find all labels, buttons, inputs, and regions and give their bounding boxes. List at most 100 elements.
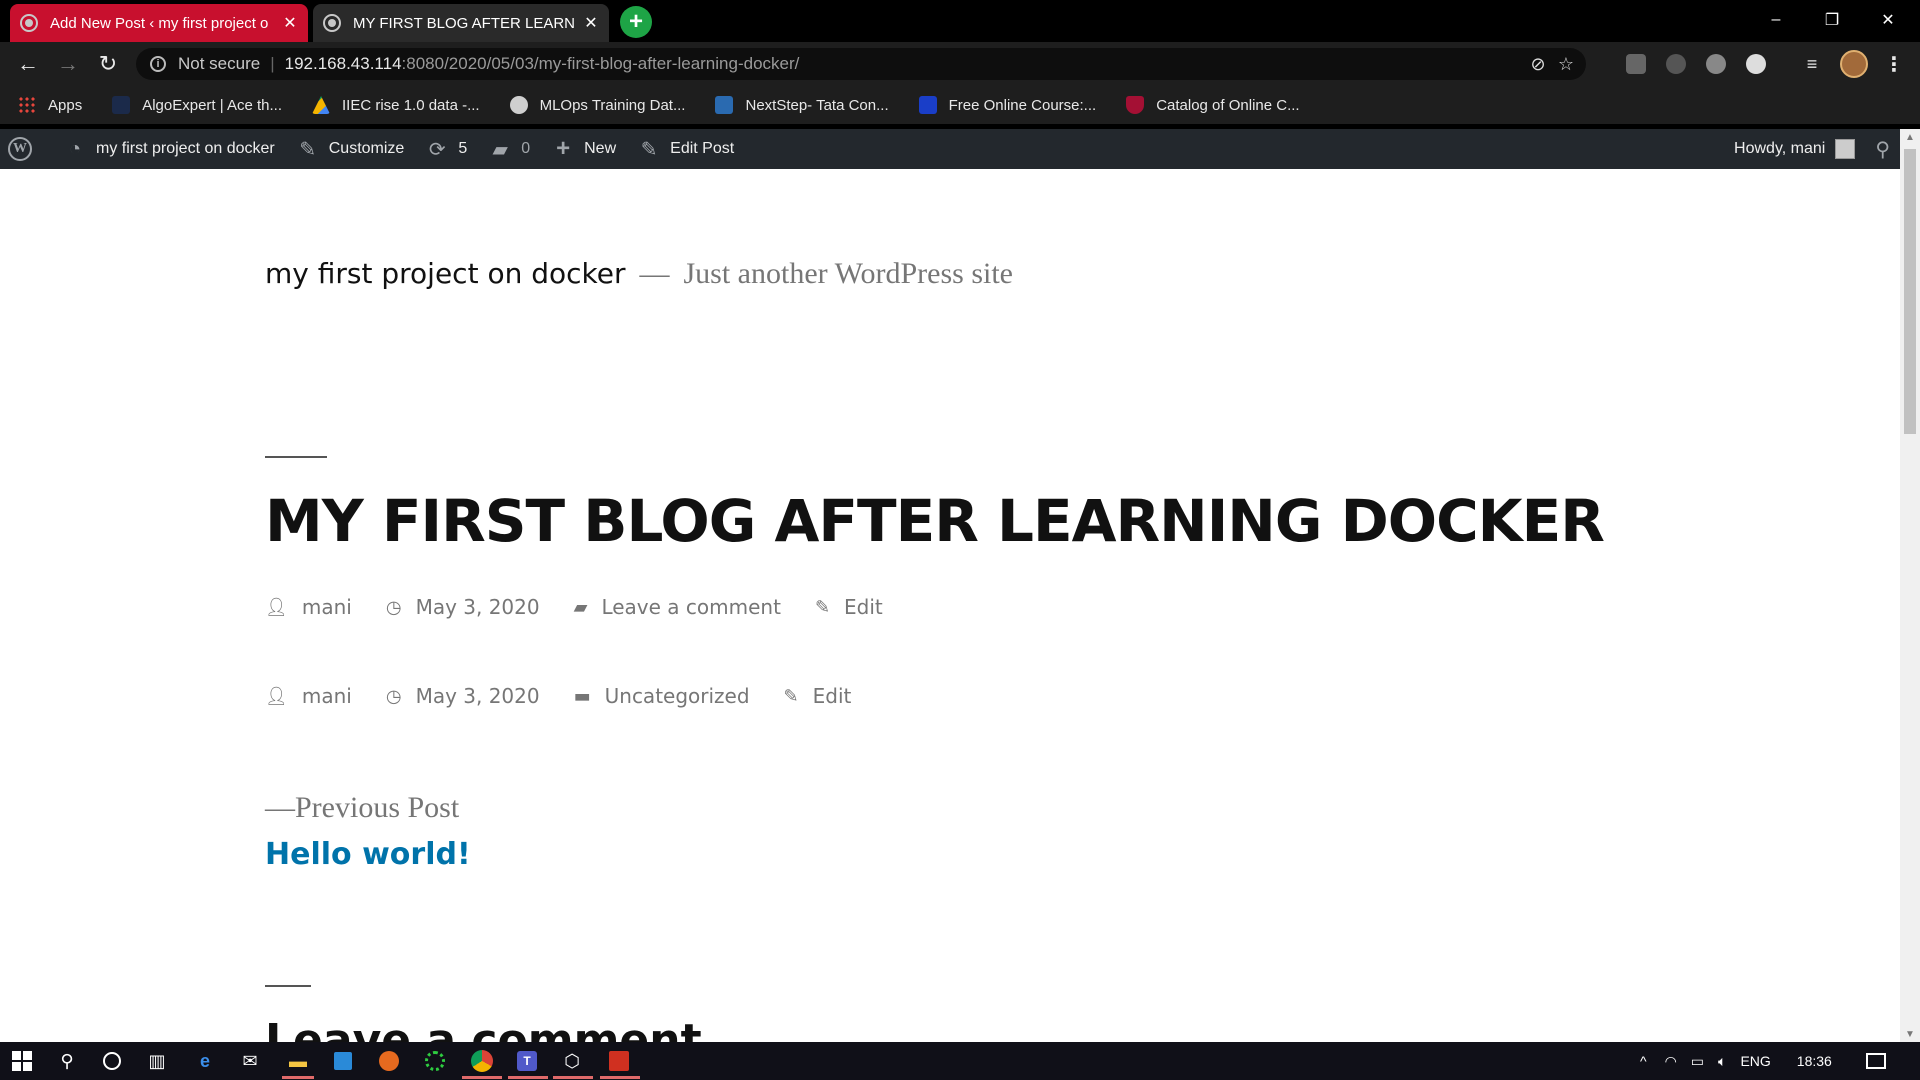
comments-button[interactable]: ▰ 0 — [489, 137, 531, 162]
loading-app-icon[interactable] — [423, 1049, 447, 1073]
address-bar[interactable]: i Not secure | 192.168.43.114 :8080/2020… — [136, 48, 1586, 80]
howdy-label[interactable]: Howdy, mani — [1734, 140, 1825, 158]
bookmark-free-online-course[interactable]: Free Online Course:... — [918, 96, 1096, 114]
title-divider — [265, 456, 327, 458]
app-icon[interactable] — [607, 1049, 631, 1073]
site-title[interactable]: my first project on docker — [265, 257, 625, 290]
tab-my-first-blog[interactable]: MY FIRST BLOG AFTER LEARNIN ✕ — [313, 4, 609, 42]
bookmark-catalog[interactable]: Catalog of Online C... — [1126, 96, 1300, 114]
active-indicator — [553, 1076, 593, 1079]
paintbrush-icon: ✎ — [299, 138, 317, 161]
edge-icon[interactable]: e — [193, 1049, 217, 1073]
extension-icon[interactable] — [1626, 54, 1646, 74]
search-icon[interactable]: ⚲ — [55, 1049, 79, 1073]
author-link[interactable]: mani — [302, 684, 352, 708]
bookmark-mlops[interactable]: MLOps Training Dat... — [509, 96, 686, 114]
search-icon[interactable]: ⚲ — [1875, 137, 1890, 162]
chrome-icon[interactable] — [470, 1049, 494, 1073]
volume-icon[interactable]: 🔈︎ — [1718, 1053, 1726, 1070]
comments-heading: Leave a comment — [265, 1015, 702, 1042]
post-comment[interactable]: ▰ Leave a comment — [574, 595, 781, 619]
restore-button[interactable]: ❐ — [1804, 0, 1860, 40]
post-author[interactable]: 👤︎ mani — [265, 595, 352, 619]
close-window-button[interactable]: ✕ — [1860, 0, 1916, 40]
close-icon[interactable]: ✕ — [282, 13, 298, 33]
bookmark-apps[interactable]: Apps — [18, 96, 82, 114]
firefox-icon[interactable] — [377, 1049, 401, 1073]
extension-icon[interactable] — [1746, 54, 1766, 74]
minimize-button[interactable]: – — [1748, 0, 1804, 40]
post-category[interactable]: ▬ Uncategorized — [574, 684, 750, 708]
tab-add-new-post[interactable]: Add New Post ‹ my first project o ✕ — [10, 4, 308, 42]
comments-divider — [265, 985, 311, 987]
wifi-icon[interactable]: ◠ — [1665, 1053, 1677, 1070]
scroll-up-arrow-icon[interactable]: ▲ — [1900, 129, 1920, 145]
bookmark-iiec[interactable]: IIEC rise 1.0 data -... — [312, 96, 480, 114]
clock[interactable]: 18:36 — [1797, 1053, 1832, 1069]
close-icon[interactable]: ✕ — [583, 13, 599, 33]
translate-blocked-icon[interactable]: ⊘ — [1528, 54, 1548, 74]
star-icon[interactable]: ☆ — [1556, 54, 1576, 74]
customize-button[interactable]: ✎ Customize — [297, 137, 404, 162]
reload-icon[interactable]: ↻ — [94, 50, 122, 78]
notification-icon[interactable] — [1865, 1053, 1886, 1069]
clock-icon: ◷ — [385, 685, 402, 707]
scroll-thumb[interactable] — [1904, 149, 1916, 434]
category-link[interactable]: Uncategorized — [605, 684, 750, 708]
edit-link[interactable]: Edit — [813, 684, 852, 708]
post-edit[interactable]: ✎ Edit — [784, 684, 852, 708]
post-author[interactable]: 👤︎ mani — [265, 684, 352, 708]
site-description: Just another WordPress site — [683, 257, 1013, 290]
security-label[interactable]: Not secure — [178, 54, 260, 74]
date-link[interactable]: May 3, 2020 — [416, 684, 540, 708]
scroll-down-arrow-icon[interactable]: ▼ — [1900, 1026, 1920, 1042]
post-edit[interactable]: ✎ Edit — [815, 595, 883, 619]
dashboard-icon: ◔ — [68, 137, 82, 160]
wordpress-logo-icon: W — [8, 137, 32, 161]
forward-arrow-icon[interactable]: → — [54, 50, 82, 78]
store-icon[interactable] — [331, 1049, 355, 1073]
harvard-shield-icon — [1126, 96, 1145, 114]
bookmark-label: Catalog of Online C... — [1156, 96, 1300, 114]
windows-start-icon[interactable] — [10, 1049, 34, 1073]
media-queue-icon[interactable]: ≡ — [1798, 50, 1826, 78]
mail-icon[interactable]: ✉ — [238, 1049, 262, 1073]
language-indicator[interactable]: ENG — [1740, 1053, 1770, 1069]
post-date[interactable]: ◷ May 3, 2020 — [386, 684, 540, 708]
back-arrow-icon[interactable]: ← — [14, 50, 42, 78]
chevron-up-icon[interactable]: ^ — [1640, 1053, 1647, 1069]
leave-comment-link[interactable]: Leave a comment — [601, 595, 780, 619]
new-tab-button[interactable]: + — [620, 6, 652, 38]
author-link[interactable]: mani — [302, 595, 352, 619]
battery-icon[interactable]: ▭ — [1691, 1053, 1704, 1070]
updates-count: 5 — [458, 140, 468, 157]
teams-icon[interactable]: T — [515, 1049, 539, 1073]
site-name-menu[interactable]: ◔ my first project on docker — [64, 138, 275, 161]
wordpress-extension-icon[interactable] — [1666, 54, 1686, 74]
info-icon[interactable]: i — [150, 56, 166, 72]
avatar[interactable] — [1835, 139, 1856, 159]
edit-post-button[interactable]: ✎ Edit Post — [638, 137, 734, 162]
file-explorer-icon[interactable]: ▬ — [286, 1049, 310, 1073]
post-title: MY FIRST BLOG AFTER LEARNING DOCKER — [265, 487, 1605, 555]
bookmark-nextstep[interactable]: NextStep- Tata Con... — [715, 96, 889, 114]
avatar[interactable] — [1840, 50, 1868, 78]
cortana-icon[interactable] — [100, 1049, 124, 1073]
virtualbox-icon[interactable]: ⬡ — [560, 1049, 584, 1073]
page-scrollbar[interactable]: ▲ ▼ — [1900, 129, 1920, 1042]
previous-post-link[interactable]: Hello world! — [265, 837, 471, 872]
post-header-meta: 👤︎ mani ◷ May 3, 2020 ▰ Leave a comment … — [265, 595, 917, 619]
updates-button[interactable]: ⟳ 5 — [426, 137, 467, 162]
menu-icon[interactable]: ⋮ — [1884, 50, 1904, 78]
extension-icon[interactable] — [1706, 54, 1726, 74]
wordpress-logo-button[interactable]: W — [8, 137, 42, 161]
bookmark-label: MLOps Training Dat... — [539, 96, 686, 114]
bookmark-label: Apps — [48, 96, 83, 114]
edit-link[interactable]: Edit — [844, 595, 883, 619]
bookmark-algoexpert[interactable]: AlgoExpert | Ace th... — [112, 96, 282, 114]
date-link[interactable]: May 3, 2020 — [416, 595, 540, 619]
post-date[interactable]: ◷ May 3, 2020 — [386, 595, 540, 619]
google-drive-icon — [312, 96, 331, 114]
task-view-icon[interactable]: ▥ — [145, 1049, 169, 1073]
new-content-button[interactable]: + New — [552, 135, 616, 163]
